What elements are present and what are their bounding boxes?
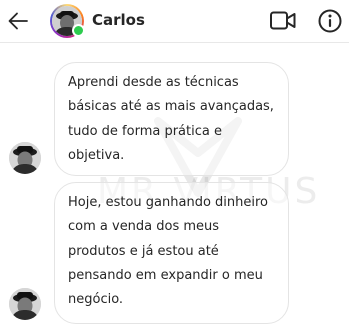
arrow-left-icon (8, 12, 28, 30)
sender-avatar[interactable] (9, 142, 41, 174)
contact-avatar[interactable] (50, 4, 85, 38)
message-bubble: Aprendi desde as técnicas básicas até as… (54, 62, 289, 176)
chat-header: Carlos (0, 0, 349, 43)
back-button[interactable] (6, 9, 30, 33)
online-status-dot (72, 24, 85, 37)
message-thread[interactable]: MR VIRTUS Aprendi desde as técnicas bási… (0, 43, 349, 336)
sender-avatar[interactable] (9, 288, 41, 320)
video-call-button[interactable] (269, 8, 297, 34)
video-camera-icon (270, 11, 296, 30)
info-icon (318, 9, 342, 33)
avatar-image (9, 142, 41, 174)
message-bubble: Hoje, estou ganhando dinheiro com a vend… (54, 182, 289, 324)
contact-name[interactable]: Carlos (92, 11, 145, 29)
avatar-image (9, 288, 41, 320)
conversation-info-button[interactable] (317, 8, 343, 34)
